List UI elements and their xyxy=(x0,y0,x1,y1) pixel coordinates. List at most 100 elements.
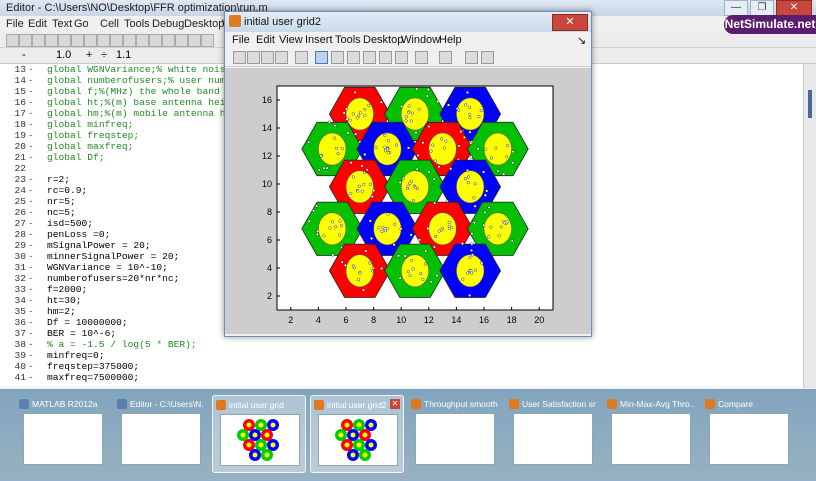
breakpoint-marker[interactable]: - xyxy=(28,64,34,75)
figure-menu-tools[interactable]: Tools xyxy=(335,34,361,46)
legend-icon[interactable] xyxy=(465,51,478,64)
print-icon[interactable] xyxy=(275,51,288,64)
editor-menu-4[interactable]: Cell xyxy=(100,18,119,30)
figure-close-button[interactable]: ✕ xyxy=(552,14,588,31)
breakpoint-marker[interactable]: - xyxy=(28,273,34,284)
breakpoint-marker[interactable]: - xyxy=(28,328,34,339)
figure-menu-insert[interactable]: Insert xyxy=(305,34,333,46)
breakpoint-marker[interactable]: - xyxy=(28,141,34,152)
rotate-icon[interactable] xyxy=(363,51,376,64)
decrement-button[interactable]: - xyxy=(22,49,26,61)
editor-tool-icon[interactable] xyxy=(201,34,214,47)
editor-tool-icon[interactable] xyxy=(97,34,110,47)
editor-menu-0[interactable]: File xyxy=(6,18,24,30)
breakpoint-marker[interactable]: - xyxy=(28,284,34,295)
maximize-button[interactable]: ❐ xyxy=(750,0,774,16)
new-figure-icon[interactable] xyxy=(233,51,246,64)
editor-tool-icon[interactable] xyxy=(162,34,175,47)
breakpoint-marker[interactable]: - xyxy=(28,262,34,273)
breakpoint-marker[interactable]: - xyxy=(28,350,34,361)
taskbar-tile[interactable]: MATLAB R2012a xyxy=(16,395,108,471)
breakpoint-marker[interactable]: - xyxy=(28,97,34,108)
breakpoint-marker[interactable]: - xyxy=(28,86,34,97)
editor-menu-7[interactable]: Desktop xyxy=(184,18,224,30)
editor-tool-icon[interactable] xyxy=(188,34,201,47)
breakpoint-marker[interactable]: - xyxy=(28,295,34,306)
editor-menu-6[interactable]: Debug xyxy=(152,18,184,30)
editor-tool-icon[interactable] xyxy=(19,34,32,47)
zoom-in-icon[interactable] xyxy=(315,51,328,64)
editor-tool-icon[interactable] xyxy=(175,34,188,47)
figure-menu-edit[interactable]: Edit xyxy=(256,34,275,46)
breakpoint-marker[interactable]: - xyxy=(28,251,34,262)
breakpoint-marker[interactable]: - xyxy=(28,130,34,141)
zoom-out-icon[interactable] xyxy=(331,51,344,64)
breakpoint-marker[interactable]: - xyxy=(28,185,34,196)
breakpoint-marker[interactable]: - xyxy=(28,218,34,229)
cell-value-2[interactable]: 1.1 xyxy=(116,49,131,61)
minimize-button[interactable]: — xyxy=(724,0,748,16)
figure-menu-view[interactable]: View xyxy=(279,34,303,46)
code-line[interactable]: 40- freqstep=375000; xyxy=(0,361,816,372)
close-button[interactable]: ✕ xyxy=(776,0,812,16)
editor-tool-icon[interactable] xyxy=(123,34,136,47)
editor-tool-icon[interactable] xyxy=(6,34,19,47)
scroll-thumb[interactable] xyxy=(808,90,812,118)
pointer-icon[interactable] xyxy=(295,51,308,64)
breakpoint-marker[interactable]: - xyxy=(28,240,34,251)
increment-button[interactable]: + xyxy=(86,49,92,61)
colorbar-icon[interactable] xyxy=(439,51,452,64)
breakpoint-marker[interactable]: - xyxy=(28,361,34,372)
editor-tool-icon[interactable] xyxy=(58,34,71,47)
taskbar-tile[interactable]: initial user grid xyxy=(212,395,306,473)
breakpoint-marker[interactable]: - xyxy=(28,196,34,207)
breakpoint-marker[interactable]: - xyxy=(28,207,34,218)
taskbar-tile[interactable]: User Satisfaction sm... xyxy=(506,395,598,471)
breakpoint-marker[interactable]: - xyxy=(28,229,34,240)
editor-tool-icon[interactable] xyxy=(110,34,123,47)
breakpoint-marker[interactable]: - xyxy=(28,306,34,317)
editor-scrollbar[interactable] xyxy=(803,64,816,388)
brush-icon[interactable] xyxy=(395,51,408,64)
figure-menu-file[interactable]: File xyxy=(232,34,250,46)
figure-menu-window[interactable]: Window xyxy=(401,34,440,46)
breakpoint-marker[interactable]: - xyxy=(28,108,34,119)
figure-title-bar[interactable]: initial user grid2 ✕ xyxy=(225,12,591,32)
plot-tools-icon[interactable] xyxy=(481,51,494,64)
breakpoint-marker[interactable]: - xyxy=(28,339,34,350)
data-cursor-icon[interactable] xyxy=(379,51,392,64)
taskbar-tile[interactable]: Throughput smooth xyxy=(408,395,500,471)
editor-menu-2[interactable]: Text xyxy=(52,18,72,30)
breakpoint-marker[interactable]: - xyxy=(28,174,34,185)
code-line[interactable]: 39- minfreq=0; xyxy=(0,350,816,361)
editor-menu-5[interactable]: Tools xyxy=(124,18,150,30)
plot-area[interactable]: 2 4 6 8 10 12 14 16 18 20 2 4 6 8 10 12 14 16 xyxy=(225,68,591,334)
taskbar-tile[interactable]: initial user grid2 ✕ xyxy=(310,395,404,473)
link-icon[interactable] xyxy=(415,51,428,64)
divide-button[interactable]: ÷ xyxy=(101,49,107,61)
editor-tool-icon[interactable] xyxy=(136,34,149,47)
open-icon[interactable] xyxy=(247,51,260,64)
editor-menu-3[interactable]: Go xyxy=(74,18,89,30)
editor-tool-icon[interactable] xyxy=(71,34,84,47)
figure-menu-help[interactable]: Help xyxy=(439,34,462,46)
taskbar-tile[interactable]: Compare xyxy=(702,395,794,471)
editor-tool-icon[interactable] xyxy=(84,34,97,47)
code-line[interactable]: 38- % a = -1.5 / log(5 * BER); xyxy=(0,339,816,350)
hex-cell-chart[interactable]: 2 4 6 8 10 12 14 16 18 20 2 4 6 8 10 12 14 16 xyxy=(225,68,591,334)
menu-dock-arrow-icon[interactable]: ↘ xyxy=(577,34,586,47)
pan-icon[interactable] xyxy=(347,51,360,64)
editor-menu-1[interactable]: Edit xyxy=(28,18,47,30)
taskbar-tile[interactable]: Min-Max-Avg Thro... xyxy=(604,395,696,471)
figure-menu-desktop[interactable]: Desktop xyxy=(363,34,403,46)
breakpoint-marker[interactable]: - xyxy=(28,317,34,328)
breakpoint-marker[interactable]: - xyxy=(28,152,34,163)
code-line[interactable]: 41- maxfreq=7500000; xyxy=(0,372,816,383)
breakpoint-marker[interactable]: - xyxy=(28,372,34,383)
save-icon[interactable] xyxy=(261,51,274,64)
editor-tool-icon[interactable] xyxy=(149,34,162,47)
editor-tool-icon[interactable] xyxy=(32,34,45,47)
breakpoint-marker[interactable]: - xyxy=(28,75,34,86)
tile-close-button[interactable]: ✕ xyxy=(390,399,400,409)
cell-value-1[interactable]: 1.0 xyxy=(56,49,71,61)
